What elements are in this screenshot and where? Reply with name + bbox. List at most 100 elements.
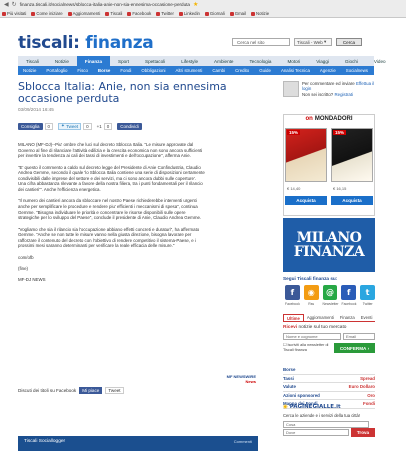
back-icon[interactable]: ◀: [4, 1, 9, 8]
quick-link-row[interactable]: Valute Euro Dollaro: [283, 383, 375, 392]
quick-link-right[interactable]: Oro: [367, 393, 375, 398]
email-field[interactable]: Email: [343, 333, 375, 340]
search-button[interactable]: Cerca: [336, 38, 362, 46]
bookmark-item[interactable]: Più visitati: [2, 11, 26, 16]
bookmark-item[interactable]: Come iniziare: [31, 11, 63, 16]
where-field[interactable]: Dove: [283, 429, 349, 436]
bookmark-item[interactable]: Linkedin: [178, 11, 200, 16]
quick-link-right[interactable]: Euro Dollaro: [349, 384, 375, 389]
address-bar[interactable]: ◀ ↻ finanza.tiscali.it/socialnews/sblocc…: [0, 0, 406, 9]
bookmark-item[interactable]: Giornali: [204, 11, 225, 16]
bookmark-icon: [67, 11, 72, 16]
google-plus-button[interactable]: +1: [97, 123, 102, 130]
section-nav-item[interactable]: Borse: [93, 68, 115, 73]
section-nav-item[interactable]: Altri strumenti: [171, 68, 208, 73]
quick-link-row[interactable]: Azioni sponsored Oro: [283, 392, 375, 400]
book-cover-1[interactable]: [285, 128, 327, 182]
quick-link-row[interactable]: Tassi Spread: [283, 375, 375, 383]
sidebar-tabs: Ultime Aggiornamenti Finanza Eventi: [283, 314, 375, 322]
name-field[interactable]: Nome e cognome: [283, 333, 341, 340]
facebook-like-pill[interactable]: Mi piace: [79, 387, 103, 394]
main-nav-item-motori[interactable]: Motori: [279, 56, 308, 66]
book-cover-2[interactable]: [331, 128, 373, 182]
section-nav-item[interactable]: Socialnews: [341, 68, 373, 73]
section-nav-item[interactable]: Notizie: [18, 68, 41, 73]
milano-finanza-logo[interactable]: MILANO FINANZA: [283, 218, 375, 272]
main-nav-item-video[interactable]: Video: [366, 56, 394, 66]
social-twitter-icon[interactable]: t: [360, 285, 375, 300]
sidebar-tab[interactable]: Finanza: [337, 314, 358, 321]
register-prompt: Non sei iscritto?: [302, 91, 334, 97]
comments-bar: Tiscali Sociallogger Commenti: [18, 436, 258, 451]
reload-icon[interactable]: ↻: [12, 1, 17, 8]
mf-newswire-badge[interactable]: MF NEWSWIRE News: [212, 374, 256, 386]
bookmark-item[interactable]: Aggiornamenti: [67, 11, 100, 16]
facebook-like-button[interactable]: Consiglia: [18, 122, 43, 130]
section-nav-item[interactable]: Portafoglio: [41, 68, 72, 73]
newsletter-checkbox-label[interactable]: ☐ Iscriviti alla newsletter di Tiscali f…: [283, 343, 331, 352]
main-nav-item-viaggi[interactable]: Viaggi: [308, 56, 337, 66]
bookmark-item[interactable]: Tiscali: [105, 11, 122, 16]
section-nav-item[interactable]: Agenzie: [315, 68, 341, 73]
quick-link-row[interactable]: Borse: [283, 366, 375, 375]
register-link[interactable]: Registrati: [334, 92, 353, 97]
quick-link-left[interactable]: Valute: [283, 384, 296, 389]
main-nav-item-sport[interactable]: Sport: [110, 56, 137, 66]
social-facebook-icon[interactable]: f: [341, 285, 357, 300]
main-nav-item-ambiente[interactable]: Ambiente: [206, 56, 241, 66]
quick-link-left[interactable]: Borse: [283, 367, 295, 372]
bookmark-star-icon[interactable]: ★: [193, 1, 198, 8]
section-nav-item[interactable]: Fondi: [115, 68, 136, 73]
search-scope-select[interactable]: Tiscali - Web ▾: [294, 38, 332, 46]
bookmark-item[interactable]: Facebook: [127, 11, 151, 16]
section-nav-item[interactable]: Cambi: [207, 68, 230, 73]
site-logo[interactable]: tiscali: finanza: [18, 33, 154, 53]
main-nav-item-spettacoli[interactable]: Spettacoli: [137, 56, 173, 66]
article-paragraph: com/ofb: [18, 254, 34, 260]
main-nav-item-notizie[interactable]: Notizie: [47, 56, 77, 66]
section-nav-item[interactable]: Fisco: [72, 68, 93, 73]
section-nav-item[interactable]: Guide: [254, 68, 276, 73]
tweet-button[interactable]: ✦ Tweet: [58, 122, 82, 130]
quick-link-right[interactable]: Spread: [360, 376, 375, 381]
book2-discount-badge: 15%: [333, 130, 347, 135]
bookmark-icon: [204, 11, 209, 16]
social-newsletter-icon[interactable]: @: [322, 285, 338, 300]
section-nav-item[interactable]: Analisi Tecnica: [276, 68, 315, 73]
what-field[interactable]: Cosa: [283, 421, 369, 428]
main-nav-item-tiscali[interactable]: Tiscali: [18, 56, 47, 66]
bookmark-label: Gmail: [234, 11, 246, 16]
url-text[interactable]: finanza.tiscali.it/socialnews/sblocca-it…: [20, 2, 190, 7]
buy-book1-button[interactable]: Acquista: [285, 196, 327, 205]
main-nav-item-lifestyle[interactable]: Lifestyle: [173, 56, 206, 66]
sidebar-tab[interactable]: Eventi: [358, 314, 376, 321]
paginegialle-logo[interactable]: ◉ PAGINEGIALLE.it: [283, 404, 341, 410]
comments-bar-link[interactable]: Commenti: [234, 439, 252, 444]
find-button[interactable]: Trova: [351, 428, 375, 437]
section-nav-item[interactable]: Credito: [230, 68, 254, 73]
article-paragraph: MF-DJ NEWS: [18, 277, 46, 283]
facebook-share-button[interactable]: Condividi: [117, 122, 142, 130]
quick-link-right[interactable]: Fondi: [363, 401, 375, 406]
newsletter-title-strong: Ricevi: [283, 325, 298, 330]
social-facebook-icon[interactable]: f: [285, 285, 300, 300]
discuss-tweet-button[interactable]: Tweet: [105, 387, 124, 394]
sidebar-tab[interactable]: Ultime: [283, 314, 304, 321]
paginegialle-tld: .it: [334, 404, 341, 410]
bookmark-item[interactable]: Gmail: [229, 11, 246, 16]
main-nav-item-giochi[interactable]: Giochi: [337, 56, 366, 66]
social-rss-icon[interactable]: ◉: [303, 285, 319, 300]
bookmark-item[interactable]: Notizie: [250, 11, 269, 16]
search-input[interactable]: Cerca nel sito: [232, 38, 290, 46]
bookmark-item[interactable]: Twitter: [156, 11, 174, 16]
book2-price: € 16,15: [333, 186, 347, 191]
section-nav-item[interactable]: Obbligazioni: [136, 68, 170, 73]
confirm-button[interactable]: CONFERMA ›: [334, 343, 375, 353]
sidebar-tab[interactable]: Aggiornamenti: [304, 314, 337, 321]
quick-link-left[interactable]: Tassi: [283, 376, 294, 381]
main-nav-item-finanza[interactable]: Finanza: [76, 56, 111, 66]
quick-link-left[interactable]: Azioni sponsored: [283, 393, 320, 398]
section-nav: Notizie Portafoglio Fisco Borse Fondi Obbliga…: [18, 66, 374, 75]
buy-book2-button[interactable]: Acquista: [331, 196, 373, 205]
main-nav-item-tecnologia[interactable]: Tecnologia: [241, 56, 279, 66]
